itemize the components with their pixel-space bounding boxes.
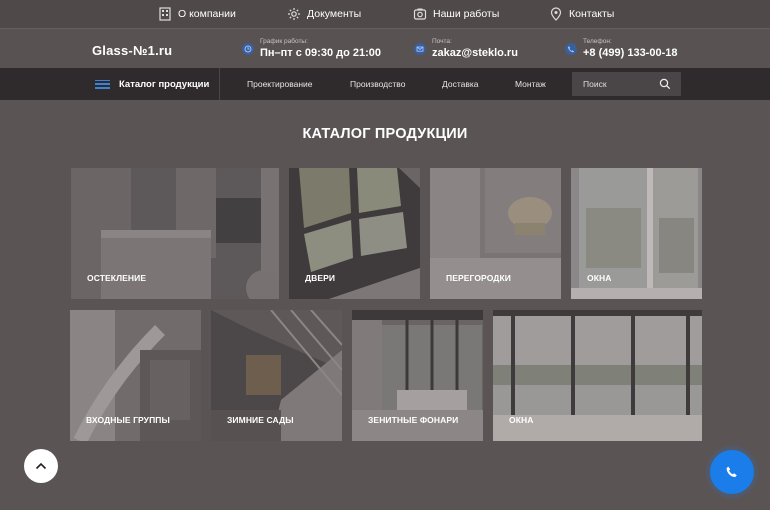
catalog-menu-label: Каталог продукции — [119, 78, 210, 90]
location-pin-icon — [550, 7, 562, 21]
camera-icon — [413, 8, 427, 20]
search-box — [572, 72, 681, 96]
topbar-about-label: О компании — [178, 8, 236, 20]
catalog-card-partitions[interactable]: ПЕРЕГОРОДКИ — [430, 168, 561, 299]
card-caption: ОКНА — [587, 273, 612, 283]
card-caption: ОСТЕКЛЕНИЕ — [87, 273, 147, 283]
nav-link-production[interactable]: Производство — [350, 68, 405, 100]
card-caption: ВХОДНЫЕ ГРУППЫ — [86, 415, 170, 425]
nav-link-delivery[interactable]: Доставка — [442, 68, 479, 100]
search-icon[interactable] — [659, 78, 671, 90]
search-input[interactable] — [572, 79, 657, 89]
schedule-value: Пн–пт с 09:30 до 21:00 — [260, 47, 382, 59]
phone-icon — [565, 43, 577, 55]
catalog-card-windows-2[interactable]: ОКНА — [493, 310, 702, 441]
email-label: Почта: — [432, 38, 452, 45]
phone-block: Телефон: +8 (499) 133-00-18 — [565, 37, 677, 60]
catalog-card-doors[interactable]: ДВЕРИ — [289, 168, 420, 299]
card-caption: ДВЕРИ — [305, 273, 336, 283]
mail-icon — [414, 43, 426, 55]
card-caption: ЗЕНИТНЫЕ ФОНАРИ — [368, 415, 459, 425]
catalog-card-entrance-groups[interactable]: ВХОДНЫЕ ГРУППЫ — [70, 310, 201, 441]
topbar-works-link[interactable]: Наши работы — [413, 6, 499, 22]
topbar-works-label: Наши работы — [433, 8, 500, 20]
header: Glass-№1.ru График работы: Пн–пт с 09:30… — [0, 30, 770, 68]
topbar-contacts-label: Контакты — [569, 8, 615, 20]
topbar-contacts-link[interactable]: Контакты — [549, 6, 614, 22]
catalog-card-skylights[interactable]: ЗЕНИТНЫЕ ФОНАРИ — [352, 310, 483, 441]
nav-link-installation[interactable]: Монтаж — [515, 68, 546, 100]
email-block: Почта: zakaz@steklo.ru — [414, 37, 518, 60]
topbar-documents-label: Документы — [307, 8, 362, 20]
catalog-card-glazing[interactable]: ОСТЕКЛЕНИЕ — [71, 168, 279, 299]
scroll-to-top-button[interactable] — [24, 449, 58, 483]
schedule-label: График работы: — [260, 38, 308, 45]
catalog-card-windows[interactable]: ОКНА — [571, 168, 702, 299]
card-caption: ОКНА — [509, 415, 534, 425]
arrow-up-icon — [35, 462, 47, 470]
catalog-card-winter-gardens[interactable]: ЗИМНИЕ САДЫ — [211, 310, 342, 441]
email-link[interactable]: zakaz@steklo.ru — [432, 46, 518, 60]
phone-link[interactable]: +8 (499) 133-00-18 — [583, 46, 677, 60]
card-caption: ПЕРЕГОРОДКИ — [446, 273, 511, 283]
call-back-button[interactable] — [710, 450, 754, 494]
catalog-menu-button[interactable]: Каталог продукции — [95, 68, 221, 100]
page-title: КАТАЛОГ ПРОДУКЦИИ — [302, 126, 468, 142]
burger-menu-icon — [95, 79, 110, 89]
schedule-block: График работы: Пн–пт с 09:30 до 21:00 — [242, 37, 381, 60]
phone-call-icon — [726, 466, 737, 477]
topbar-documents-link[interactable]: Документы — [287, 6, 361, 22]
phone-label: Телефон: — [583, 38, 612, 45]
topbar-about-link[interactable]: О компании — [158, 6, 236, 22]
documents-icon — [288, 8, 300, 20]
card-caption: ЗИМНИЕ САДЫ — [227, 415, 294, 425]
clock-icon — [242, 43, 254, 55]
nav-link-design[interactable]: Проектирование — [247, 68, 313, 100]
building-icon — [159, 7, 171, 21]
main-nav: Каталог продукции Проектирование Произво… — [0, 68, 770, 100]
site-logo[interactable]: Glass-№1.ru — [92, 43, 172, 58]
top-bar: О компании Документы Наши работы Контакт… — [0, 0, 770, 29]
